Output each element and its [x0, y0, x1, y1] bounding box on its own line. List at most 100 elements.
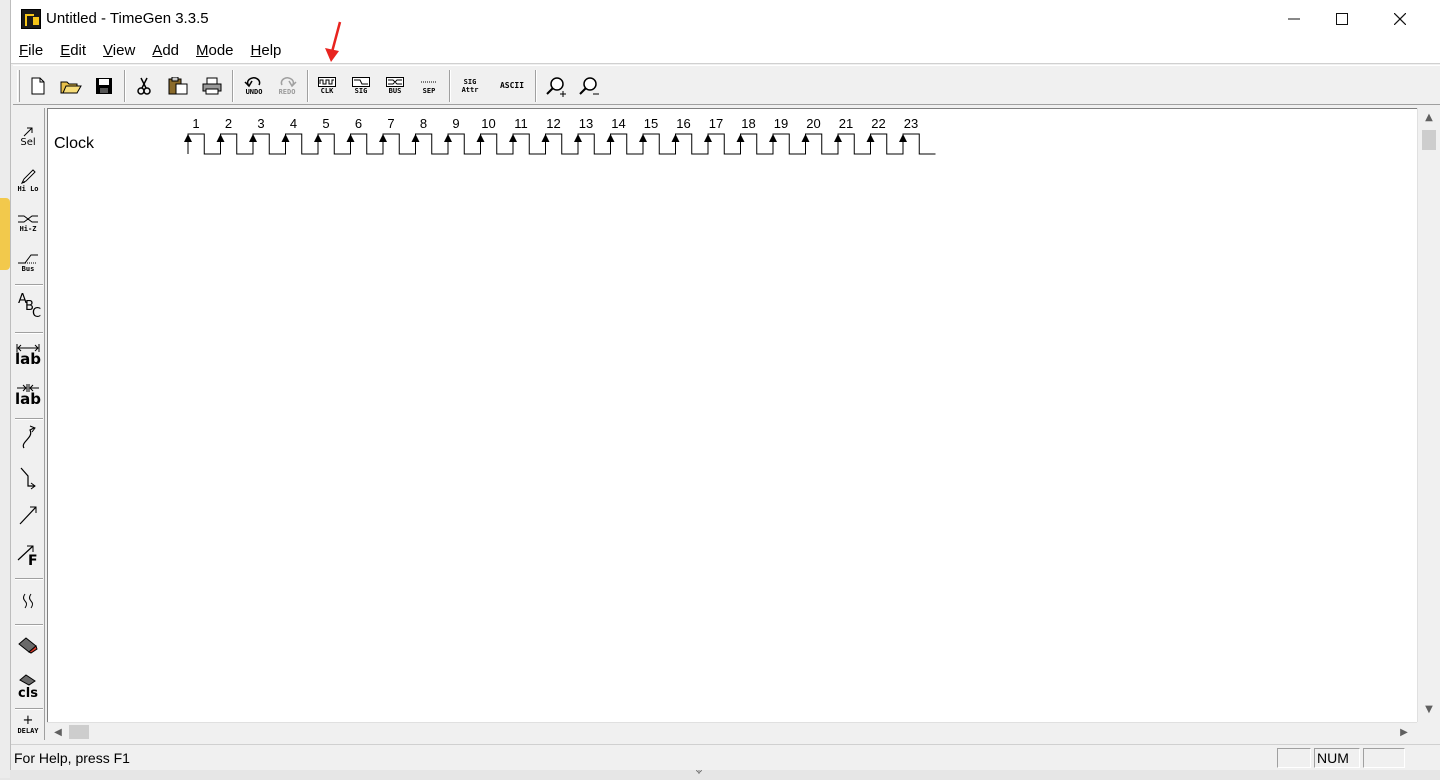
- label-span-tool[interactable]: lab: [13, 336, 43, 374]
- timegen-window: Untitled - TimeGen 3.3.5 File Edit View …: [10, 0, 1440, 770]
- menu-mode[interactable]: Mode: [196, 42, 234, 59]
- maximize-icon: [1336, 13, 1348, 25]
- hiz-label: Hi-Z: [19, 225, 37, 233]
- maximize-button[interactable]: [1313, 0, 1371, 38]
- rising-edge-arrow: [704, 134, 712, 142]
- rising-edge-arrow: [476, 134, 485, 142]
- cls-label: cls: [18, 685, 38, 701]
- clear-screen-tool[interactable]: cls: [13, 668, 43, 706]
- rising-edge-arrow: [606, 134, 615, 142]
- menu-file[interactable]: File: [19, 42, 43, 59]
- vertical-scrollbar[interactable]: ▲ ▼: [1417, 108, 1439, 722]
- open-file-button[interactable]: [56, 71, 86, 101]
- annotation-arrow-icon: [325, 21, 342, 62]
- window-title: Untitled - TimeGen 3.3.5: [46, 10, 209, 27]
- timegen-app-icon[interactable]: [21, 9, 41, 29]
- rising-edge-arrow: [801, 134, 810, 142]
- bus-edge-icon: [18, 254, 38, 264]
- clock-waveform[interactable]: [48, 109, 1417, 169]
- rising-edge-arrow: [314, 134, 322, 142]
- menu-view[interactable]: View: [103, 42, 135, 59]
- title-bar: Untitled - TimeGen 3.3.5: [11, 0, 1440, 38]
- label-gap-tool[interactable]: lab: [13, 376, 43, 414]
- rising-edge-arrow: [899, 134, 907, 142]
- menu-add[interactable]: Add: [152, 42, 179, 59]
- close-icon: [1394, 13, 1406, 25]
- rising-edge-arrow: [379, 134, 387, 142]
- rising-edge-arrow: [639, 134, 647, 142]
- text-abc-tool[interactable]: A B C: [13, 288, 43, 326]
- menu-help[interactable]: Help: [251, 42, 282, 59]
- toolbar-grip[interactable]: [17, 70, 20, 102]
- paste-button[interactable]: [163, 71, 193, 101]
- rising-edge-arrow: [541, 134, 550, 142]
- redo-arrow-icon: [280, 77, 297, 88]
- horizontal-scroll-thumb[interactable]: [69, 725, 89, 739]
- close-button[interactable]: [1371, 0, 1429, 38]
- scroll-down-icon[interactable]: ▼: [1418, 700, 1440, 718]
- scroll-left-icon[interactable]: ◀: [49, 723, 67, 741]
- toolbar-separator: [307, 70, 309, 102]
- sig-label: SIG: [354, 87, 368, 95]
- add-signal-button[interactable]: SIG: [346, 71, 376, 101]
- new-file-button[interactable]: [23, 71, 53, 101]
- straight-arrow-tool[interactable]: [13, 496, 43, 534]
- zoom-in-icon: [546, 77, 566, 97]
- plus-icon: +: [22, 713, 34, 728]
- bus-tool[interactable]: Bus: [13, 244, 43, 282]
- add-clock-button[interactable]: CLK: [312, 71, 342, 101]
- save-button[interactable]: [89, 71, 119, 101]
- toolbar-separator: [535, 70, 537, 102]
- background-yellow-tab: [0, 198, 10, 270]
- delay-tool[interactable]: + DELAY: [13, 706, 43, 744]
- rising-edge-arrow: [249, 134, 257, 142]
- new-file-icon: [31, 77, 45, 95]
- f-arrow-tool[interactable]: F: [13, 536, 43, 574]
- cut-button[interactable]: [129, 71, 159, 101]
- main-toolbar: UNDO REDO CLK SIG BUS SEP SIG Attr ASCII: [13, 65, 1440, 105]
- signal-attributes-button[interactable]: SIG Attr: [455, 71, 485, 101]
- rising-edge-arrow: [736, 134, 745, 142]
- rising-edge-arrow: [444, 134, 452, 142]
- break-tool[interactable]: [13, 582, 43, 620]
- vertical-scroll-thumb[interactable]: [1422, 130, 1436, 150]
- rising-edge-arrow: [834, 134, 842, 142]
- select-tool[interactable]: Sel: [13, 118, 43, 156]
- curved-arrow-tool[interactable]: [13, 418, 43, 456]
- sig-attr-top-label: SIG: [463, 78, 477, 86]
- add-separator-button[interactable]: SEP: [414, 71, 444, 101]
- select-arrow-icon: [23, 127, 33, 136]
- zoom-in-button[interactable]: [541, 71, 571, 101]
- bent-arrow-tool[interactable]: [13, 458, 43, 496]
- printer-icon: [202, 77, 222, 95]
- clk-label: CLK: [320, 87, 334, 95]
- ascii-button[interactable]: ASCII: [495, 71, 529, 101]
- timing-diagram-canvas[interactable]: Clock 1 2 3 4 5 6 7 8 9 10 11 12 13 14 15 16 17 18 19 20 21 2…: [47, 108, 1417, 722]
- scroll-right-icon[interactable]: ▶: [1395, 723, 1413, 741]
- zoom-out-button[interactable]: [574, 71, 604, 101]
- hi-z-tool[interactable]: Hi-Z: [13, 204, 43, 242]
- save-disk-icon: [96, 78, 112, 94]
- pencil-icon: [20, 169, 36, 185]
- scissors-icon: [137, 77, 151, 95]
- bus-tool-label: Bus: [21, 265, 35, 273]
- eraser-icon: [18, 637, 38, 654]
- undo-button[interactable]: UNDO: [239, 71, 269, 101]
- status-pane-num: NUM: [1314, 748, 1360, 768]
- hi-lo-tool[interactable]: Hi Lo: [13, 162, 43, 200]
- rising-edge-arrow: [671, 134, 680, 142]
- eraser-tool[interactable]: [13, 626, 43, 664]
- scroll-up-icon[interactable]: ▲: [1418, 108, 1440, 126]
- print-button[interactable]: [197, 71, 227, 101]
- f-arrow-icon: F: [15, 542, 41, 569]
- bus-wave-icon: [386, 77, 404, 87]
- undo-arrow-icon: [244, 77, 261, 88]
- add-bus-button[interactable]: BUS: [380, 71, 410, 101]
- menu-edit[interactable]: Edit: [60, 42, 86, 59]
- rising-edge-arrow: [769, 134, 777, 142]
- redo-button[interactable]: REDO: [272, 71, 302, 101]
- horizontal-scrollbar[interactable]: ◀ ▶: [47, 722, 1417, 740]
- hi-z-wave-icon: [18, 215, 38, 223]
- sig-attr-bottom-label: Attr: [461, 86, 479, 94]
- open-folder-icon: [60, 81, 82, 94]
